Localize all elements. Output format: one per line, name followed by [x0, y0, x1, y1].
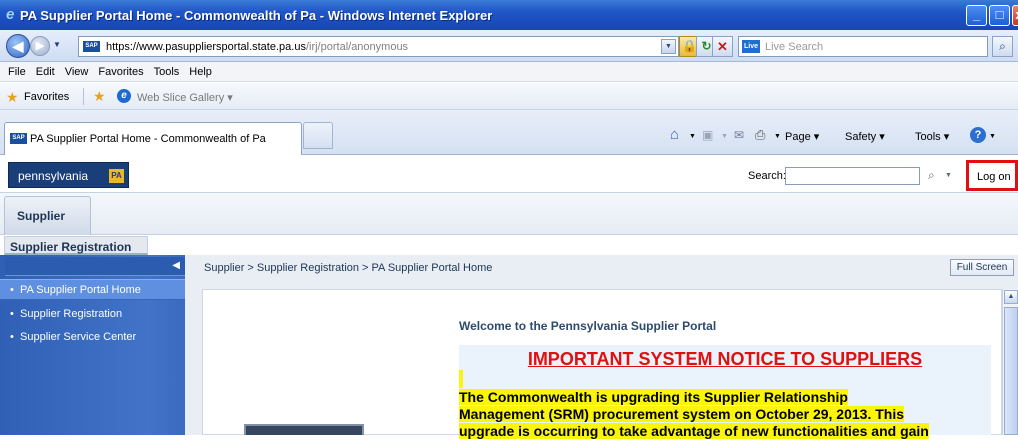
favorites-separator: [83, 88, 84, 105]
scroll-up-arrow-icon[interactable]: ▲: [1004, 290, 1018, 304]
detailed-navigation: ◀ • PA Supplier Portal Home • Supplier R…: [0, 255, 185, 435]
portal-search-icon[interactable]: ⌕: [928, 168, 935, 183]
menu-file[interactable]: File: [0, 62, 31, 78]
favorites-star-icon[interactable]: ★: [6, 89, 19, 106]
collapse-navigation-icon[interactable]: ◀: [172, 260, 180, 271]
help-dropdown[interactable]: ▼: [989, 133, 996, 140]
tab-supplier-registration-label: Supplier Registration: [10, 240, 132, 254]
live-search-placeholder: Live Search: [765, 41, 824, 53]
portal-search-input[interactable]: [785, 167, 920, 185]
print-dropdown[interactable]: ▼: [774, 133, 781, 140]
feeds-dropdown[interactable]: ▼: [721, 133, 728, 140]
forward-button[interactable]: ▶: [30, 36, 50, 56]
nav-bullet: •: [10, 331, 14, 343]
address-dropdown-button[interactable]: ▼: [661, 39, 676, 54]
highlight-marker: [459, 370, 463, 388]
monitor-illustration: [244, 424, 364, 435]
notice-body: The Commonwealth is upgrading its Suppli…: [459, 389, 991, 440]
notice-line: upgrade is occurring to take advantage o…: [459, 423, 929, 439]
portal-search-label: Search:: [748, 170, 786, 182]
notice-title: IMPORTANT SYSTEM NOTICE TO SUPPLIERS: [527, 349, 923, 369]
site-favicon-icon: SAP: [83, 41, 100, 52]
back-arrow-icon: ◀: [12, 38, 24, 54]
pa-keystone-icon: PA: [109, 169, 124, 183]
tab-supplier[interactable]: Supplier: [4, 196, 91, 235]
content-scrollbar[interactable]: ▲: [1002, 289, 1018, 435]
nav-item-label: Supplier Service Center: [20, 331, 137, 343]
magnifier-icon: ⌕: [999, 39, 1006, 53]
menu-edit[interactable]: Edit: [31, 62, 60, 78]
nav-item-portal-home[interactable]: • PA Supplier Portal Home: [0, 279, 185, 300]
second-level-navigation: Supplier Registration: [0, 235, 1018, 255]
log-on-link[interactable]: Log on: [966, 160, 1018, 191]
maximize-button[interactable]: □: [989, 5, 1010, 26]
home-icon[interactable]: ⌂: [670, 126, 679, 143]
mail-icon[interactable]: ✉: [734, 128, 744, 142]
window-title-bar[interactable]: e PA Supplier Portal Home - Commonwealth…: [0, 0, 1018, 30]
tab-portal-home[interactable]: SAP PA Supplier Portal Home - Commonweal…: [4, 122, 302, 155]
feeds-icon[interactable]: ▣: [702, 128, 713, 142]
stop-icon[interactable]: ✕: [712, 36, 733, 57]
portal-header: pennsylvania PA Search: ⌕ ▼ Log on: [0, 158, 1018, 193]
live-search-input[interactable]: Live Live Search: [738, 36, 988, 57]
close-button[interactable]: x: [1012, 5, 1018, 26]
welcome-heading: Welcome to the Pennsylvania Supplier Por…: [459, 319, 717, 333]
window-title: PA Supplier Portal Home - Commonwealth o…: [20, 8, 493, 23]
menu-bar: File Edit View Favorites Tools Help: [0, 62, 1018, 82]
live-search-logo-icon: Live: [742, 40, 760, 53]
web-slice-ie-icon: e: [117, 89, 131, 103]
portal-search-dropdown[interactable]: ▼: [945, 172, 952, 179]
nav-item-supplier-service-center[interactable]: • Supplier Service Center: [0, 327, 185, 348]
forward-arrow-icon: ▶: [35, 40, 45, 52]
tab-supplier-registration[interactable]: Supplier Registration: [4, 236, 148, 255]
full-screen-button[interactable]: Full Screen: [950, 259, 1014, 276]
menu-favorites[interactable]: Favorites: [93, 62, 148, 78]
top-level-navigation: Supplier: [0, 193, 1018, 235]
add-to-favorites-icon[interactable]: ★: [93, 88, 106, 105]
nav-item-label: PA Supplier Portal Home: [20, 284, 141, 296]
page-menu[interactable]: Page ▾: [785, 130, 819, 143]
safety-menu[interactable]: Safety ▾: [845, 130, 885, 143]
breadcrumb[interactable]: Supplier > Supplier Registration > PA Su…: [204, 262, 492, 274]
back-button[interactable]: ◀: [6, 34, 30, 58]
favorites-bar: ★ Favorites ★ e Web Slice Gallery ▾: [0, 83, 1018, 110]
print-icon[interactable]: ⎙: [755, 127, 765, 143]
menu-view[interactable]: View: [60, 62, 94, 78]
address-toolbar: ◀ ▶ ▼ SAP https://www.pasuppliersportal.…: [0, 30, 1018, 62]
pennsylvania-logo: pennsylvania PA: [8, 162, 129, 188]
nav-item-supplier-registration[interactable]: • Supplier Registration: [0, 304, 185, 325]
logo-text: pennsylvania: [18, 169, 89, 183]
system-notice: IMPORTANT SYSTEM NOTICE TO SUPPLIERS The…: [459, 345, 991, 439]
tools-menu[interactable]: Tools ▾: [915, 130, 949, 143]
home-dropdown[interactable]: ▼: [689, 133, 696, 140]
nav-item-label: Supplier Registration: [20, 308, 123, 320]
search-go-button[interactable]: ⌕: [992, 36, 1013, 57]
address-bar[interactable]: SAP https://www.pasuppliersportal.state.…: [78, 36, 679, 57]
nav-bullet: •: [10, 284, 14, 296]
url-path: /irj/portal/anonymous: [305, 41, 409, 53]
navigation-header: ◀: [5, 257, 185, 276]
tab-bar: SAP PA Supplier Portal Home - Commonweal…: [0, 110, 1018, 155]
tab-supplier-label: Supplier: [17, 209, 66, 223]
recent-pages-dropdown[interactable]: ▼: [53, 40, 61, 49]
notice-line: Management (SRM) procurement system on O…: [459, 406, 905, 422]
minimize-button[interactable]: _: [966, 5, 987, 26]
url-host: https://www.pasuppliersportal.state.pa.u…: [106, 41, 306, 53]
menu-help[interactable]: Help: [184, 62, 217, 78]
scroll-thumb[interactable]: [1004, 307, 1018, 435]
help-icon[interactable]: ?: [970, 127, 986, 143]
menu-tools[interactable]: Tools: [149, 62, 185, 78]
nav-bullet: •: [10, 308, 14, 320]
tab-favicon-icon: SAP: [10, 133, 27, 144]
favorites-button[interactable]: Favorites: [24, 91, 69, 103]
web-slice-gallery-link[interactable]: Web Slice Gallery ▾: [137, 91, 233, 104]
tab-title: PA Supplier Portal Home - Commonwealth o…: [30, 133, 266, 145]
new-tab-button[interactable]: [303, 122, 333, 149]
log-on-label: Log on: [977, 171, 1011, 183]
address-url: https://www.pasuppliersportal.state.pa.u…: [106, 41, 408, 53]
notice-line: The Commonwealth is upgrading its Suppli…: [459, 389, 848, 405]
